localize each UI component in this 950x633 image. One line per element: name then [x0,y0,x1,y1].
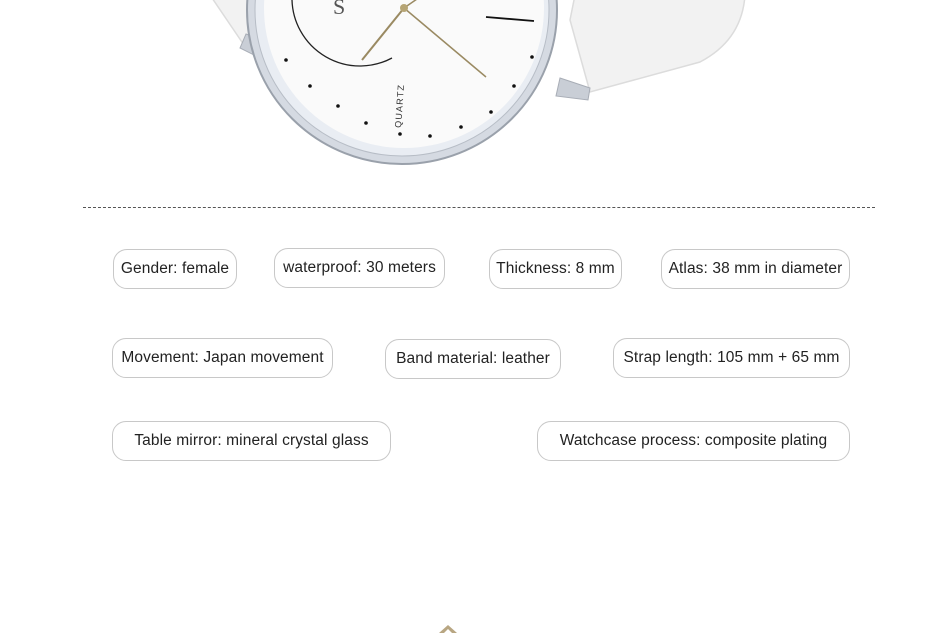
spec-movement: Movement: Japan movement [112,338,333,378]
spec-table-mirror: Table mirror: mineral crystal glass [112,421,391,461]
spec-thickness: Thickness: 8 mm [489,249,622,289]
watch-product-image: S QUARTZ [212,0,746,165]
spec-band-material: Band material: leather [385,339,561,379]
dashed-divider [83,207,875,208]
watch-strap [569,0,746,93]
spec-atlas: Atlas: 38 mm in diameter [661,249,850,289]
spec-gender: Gender: female [113,249,237,289]
spec-strap-length: Strap length: 105 mm + 65 mm [613,338,850,378]
spec-watchcase-process: Watchcase process: composite plating [537,421,850,461]
spec-waterproof: waterproof: 30 meters [274,248,445,288]
watch-lug-right [555,77,591,101]
watch-logo-letter: S [333,0,345,19]
decorative-mark-icon [439,625,457,633]
